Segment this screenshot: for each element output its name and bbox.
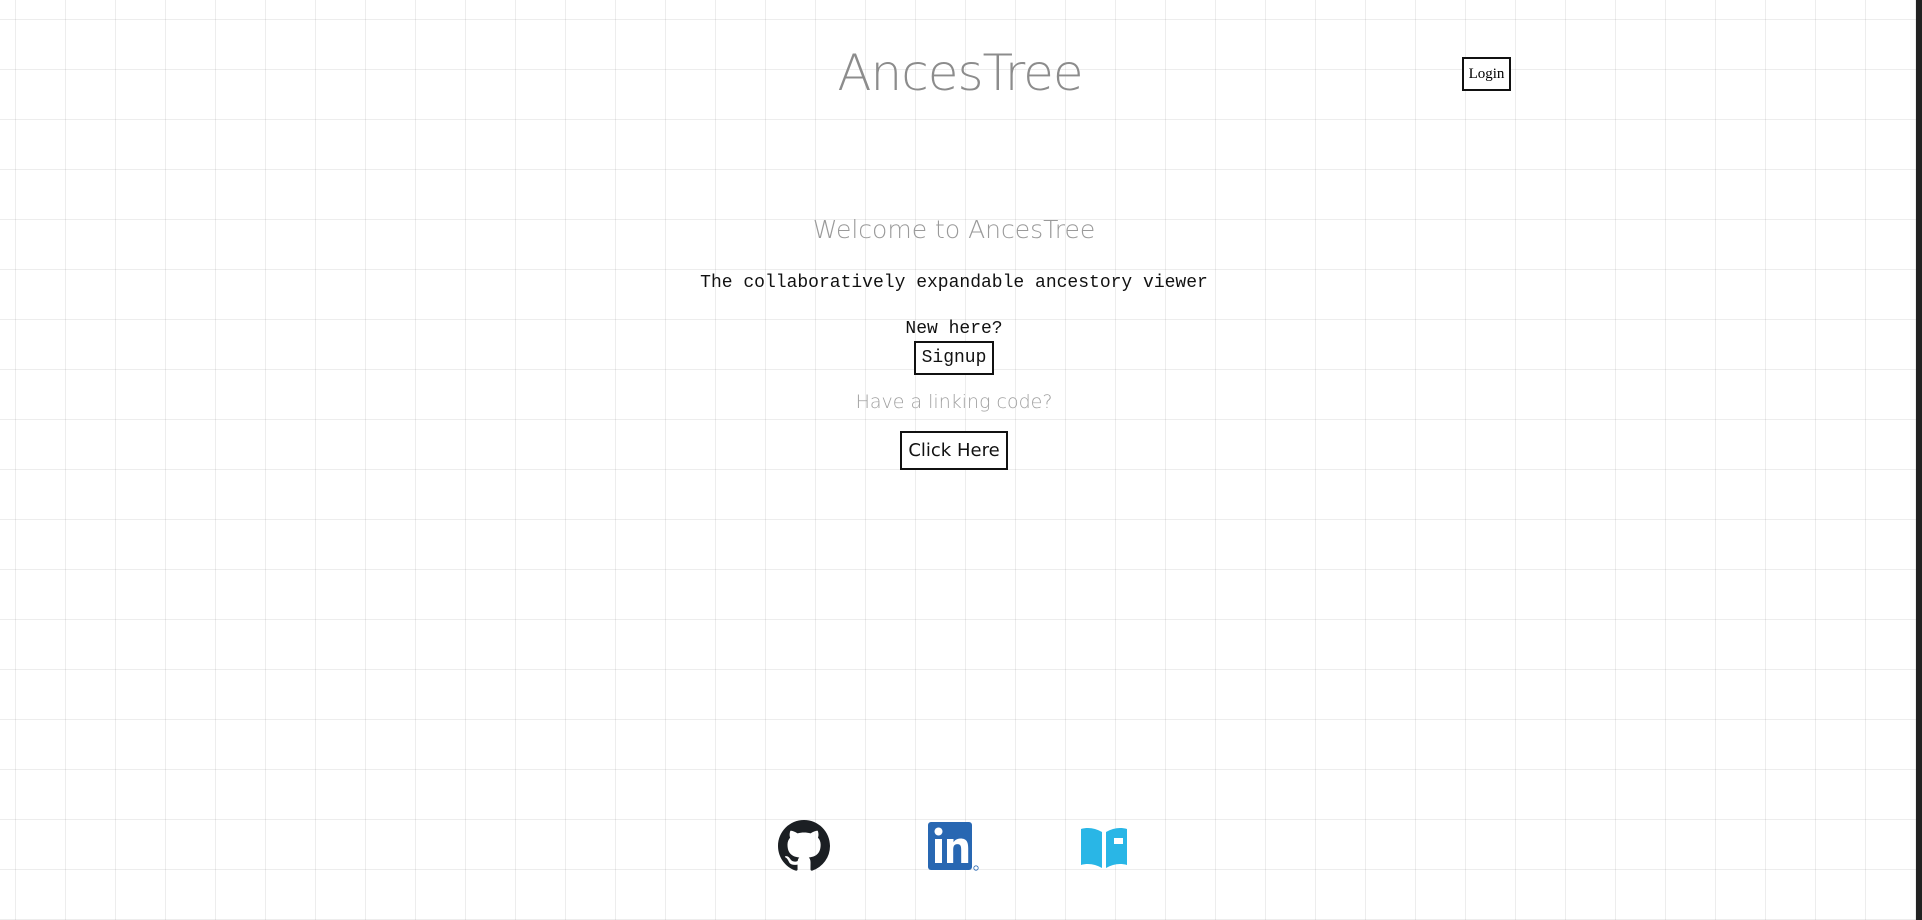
book-link[interactable]	[1078, 820, 1130, 872]
signup-button[interactable]: Signup	[913, 341, 995, 375]
github-icon	[778, 820, 830, 871]
linkedin-link[interactable]	[927, 820, 979, 872]
linkedin-icon	[928, 822, 979, 871]
click-here-button[interactable]: Click Here	[900, 431, 1008, 470]
new-here-label: New here?	[905, 319, 1003, 339]
login-button[interactable]: Login	[1462, 57, 1511, 91]
site-title: AncesTree	[837, 44, 1083, 102]
github-link[interactable]	[778, 820, 830, 872]
welcome-heading: Welcome to AncesTree	[812, 215, 1096, 244]
tagline: The collaboratively expandable ancestory…	[700, 273, 1208, 293]
linking-code-prompt: Have a linking code?	[855, 391, 1053, 413]
welcome-section: Welcome to AncesTree The collaboratively…	[0, 210, 1908, 470]
window-edge	[1916, 0, 1922, 920]
book-icon	[1081, 828, 1127, 868]
